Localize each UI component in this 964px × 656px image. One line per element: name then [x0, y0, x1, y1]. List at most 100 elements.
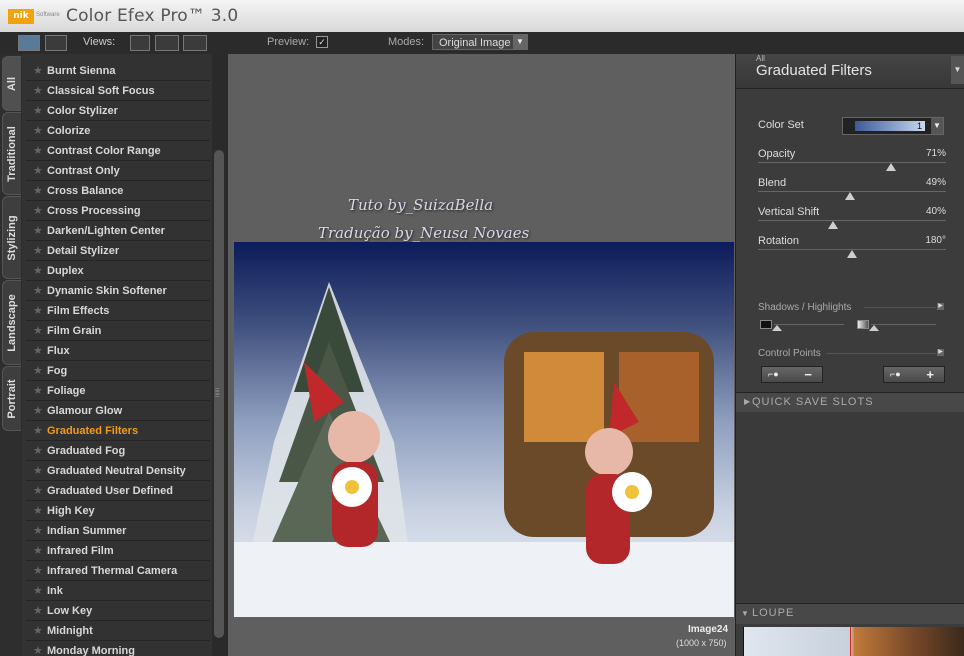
star-icon[interactable]: ★ [33, 504, 43, 517]
star-icon[interactable]: ★ [33, 244, 43, 257]
filter-name: Detail Stylizer [47, 245, 120, 257]
split-list-view-icon[interactable] [45, 35, 67, 51]
slider-label: Blend [758, 177, 787, 189]
highlights-swatch[interactable] [857, 320, 869, 329]
star-icon[interactable]: ★ [33, 204, 43, 217]
shadows-track[interactable] [774, 324, 844, 325]
quick-save-slots-header[interactable]: QUICK SAVE SLOTS [736, 392, 964, 413]
preview-image[interactable] [234, 242, 734, 617]
filter-list-item[interactable]: ★ Foliage [26, 382, 210, 401]
star-icon[interactable]: ★ [33, 124, 43, 137]
star-icon[interactable]: ★ [33, 624, 43, 637]
star-icon[interactable]: ★ [33, 304, 43, 317]
star-icon[interactable]: ★ [33, 644, 43, 656]
filter-list-item[interactable]: ★ Indian Summer [26, 522, 210, 541]
tab-landscape[interactable]: Landscape [2, 280, 21, 365]
filter-list-item[interactable]: ★ Duplex [26, 262, 210, 281]
star-icon[interactable]: ★ [33, 444, 43, 457]
filter-list-item[interactable]: ★ Detail Stylizer [26, 242, 210, 261]
loupe-header[interactable]: LOUPE [736, 603, 964, 624]
view-single-button[interactable] [130, 35, 150, 51]
slider-thumb[interactable] [847, 250, 857, 258]
tab-traditional[interactable]: Traditional [2, 112, 21, 195]
panel-menu-arrow-icon[interactable]: ▼ [951, 56, 964, 84]
expand-arrow-icon[interactable]: ▶ [937, 349, 944, 356]
slider-thumb[interactable] [886, 163, 897, 171]
star-icon[interactable]: ★ [33, 604, 43, 617]
star-icon[interactable]: ★ [33, 264, 43, 277]
filter-list-item[interactable]: ★ Midnight [26, 622, 210, 641]
filter-list-item[interactable]: ★ Film Effects [26, 302, 210, 321]
filter-list-item[interactable]: ★ Monday Morning [26, 642, 210, 656]
star-icon[interactable]: ★ [33, 404, 43, 417]
slider-label: Vertical Shift [758, 206, 820, 218]
tab-portrait[interactable]: Portrait [2, 366, 21, 431]
filter-list-item[interactable]: ★ Dynamic Skin Softener [26, 282, 210, 301]
remove-control-point-button[interactable]: ⌐● − [761, 366, 823, 383]
star-icon[interactable]: ★ [33, 224, 43, 237]
highlights-track[interactable] [871, 324, 936, 325]
shadows-thumb[interactable] [772, 325, 782, 331]
preview-checkbox[interactable]: ✓ [316, 36, 328, 48]
filter-list-item[interactable]: ★ Cross Processing [26, 202, 210, 221]
filter-list-item[interactable]: ★ Contrast Only [26, 162, 210, 181]
star-icon[interactable]: ★ [33, 344, 43, 357]
star-icon[interactable]: ★ [33, 104, 43, 117]
filter-list-item[interactable]: ★ Graduated Fog [26, 442, 210, 461]
star-icon[interactable]: ★ [33, 64, 43, 77]
expand-arrow-icon[interactable]: ▶ [937, 303, 944, 310]
tab-all[interactable]: All [2, 56, 21, 111]
filter-list-item[interactable]: ★ Color Stylizer [26, 102, 210, 121]
single-image-view-icon[interactable] [18, 35, 40, 51]
filter-list-item[interactable]: ★ High Key [26, 502, 210, 521]
modes-select[interactable]: Original Image ▼ [432, 34, 528, 50]
tab-stylizing[interactable]: Stylizing [2, 196, 21, 279]
slider-thumb[interactable] [828, 221, 839, 229]
star-icon[interactable]: ★ [33, 84, 43, 97]
star-icon[interactable]: ★ [33, 424, 43, 437]
slider-thumb[interactable] [845, 192, 856, 200]
filter-list-item[interactable]: ★ Darken/Lighten Center [26, 222, 210, 241]
filter-list-item[interactable]: ★ Film Grain [26, 322, 210, 341]
control-points-section[interactable]: Control Points [758, 348, 821, 359]
star-icon[interactable]: ★ [33, 384, 43, 397]
star-icon[interactable]: ★ [33, 584, 43, 597]
filter-list-item[interactable]: ★ Classical Soft Focus [26, 82, 210, 101]
filter-list-item[interactable]: ★ Infrared Film [26, 542, 210, 561]
view-side-by-side-button[interactable] [183, 35, 207, 51]
star-icon[interactable]: ★ [33, 524, 43, 537]
star-icon[interactable]: ★ [33, 144, 43, 157]
filter-list-item[interactable]: ★ Graduated Filters [26, 422, 210, 441]
filter-list-item[interactable]: ★ Glamour Glow [26, 402, 210, 421]
star-icon[interactable]: ★ [33, 464, 43, 477]
filter-name: Cross Balance [47, 185, 124, 197]
filter-list-item[interactable]: ★ Burnt Sienna [26, 62, 210, 81]
star-icon[interactable]: ★ [33, 364, 43, 377]
star-icon[interactable]: ★ [33, 484, 43, 497]
add-control-point-button[interactable]: ⌐● + [883, 366, 945, 383]
star-icon[interactable]: ★ [33, 164, 43, 177]
filter-list-item[interactable]: ★ Graduated Neutral Density [26, 462, 210, 481]
filter-list-item[interactable]: ★ Colorize [26, 122, 210, 141]
filter-list-item[interactable]: ★ Ink [26, 582, 210, 601]
filter-list-item[interactable]: ★ Graduated User Defined [26, 482, 210, 501]
loupe-view[interactable] [743, 627, 964, 656]
filter-list-item[interactable]: ★ Contrast Color Range [26, 142, 210, 161]
filter-list-item[interactable]: ★ Cross Balance [26, 182, 210, 201]
filter-list-item[interactable]: ★ Fog [26, 362, 210, 381]
color-set-select[interactable]: 1 ▼ [842, 117, 944, 135]
star-icon[interactable]: ★ [33, 544, 43, 557]
filter-list-item[interactable]: ★ Low Key [26, 602, 210, 621]
shadows-highlights-section[interactable]: Shadows / Highlights [758, 302, 851, 313]
filter-list-item[interactable]: ★ Infrared Thermal Camera [26, 562, 210, 581]
slider-track[interactable] [758, 162, 946, 163]
star-icon[interactable]: ★ [33, 324, 43, 337]
view-split-button[interactable] [155, 35, 179, 51]
shadows-swatch[interactable] [760, 320, 772, 329]
filter-list-item[interactable]: ★ Flux [26, 342, 210, 361]
star-icon[interactable]: ★ [33, 184, 43, 197]
highlights-thumb[interactable] [869, 325, 879, 331]
star-icon[interactable]: ★ [33, 284, 43, 297]
star-icon[interactable]: ★ [33, 564, 43, 577]
slider-track[interactable] [758, 220, 946, 221]
